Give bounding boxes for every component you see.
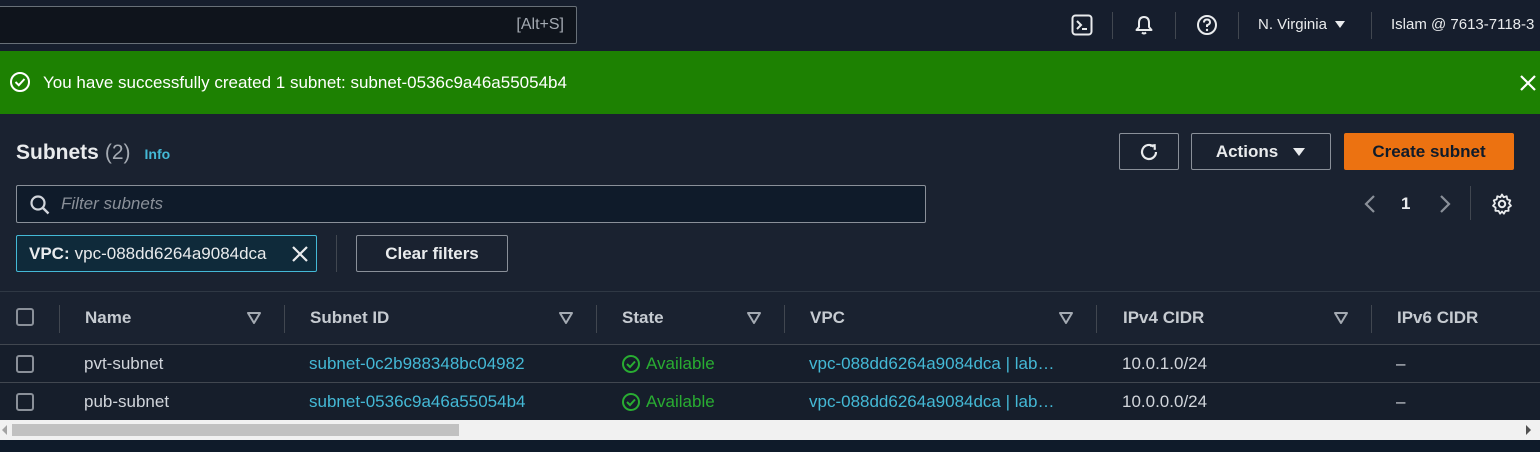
scrollbar-thumb[interactable] (12, 424, 459, 436)
state-label: Available (646, 392, 715, 411)
table-row[interactable]: pub-subnet subnet-0536c9a46a55054b4 Avai… (0, 383, 1540, 421)
success-check-icon (10, 72, 30, 92)
table-row[interactable]: pvt-subnet subnet-0c2b988348bc04982 Avai… (0, 345, 1540, 383)
refresh-button[interactable] (1119, 133, 1179, 170)
row-checkbox[interactable] (16, 393, 34, 411)
vpc-filter-token: VPC: vpc-088dd6264a9084dca (16, 235, 317, 272)
create-subnet-button[interactable]: Create subnet (1344, 133, 1514, 170)
subnet-name: pvt-subnet (84, 354, 164, 373)
refresh-icon (1140, 143, 1158, 160)
bell-icon[interactable] (1131, 12, 1157, 38)
account-menu[interactable]: Islam @ 7613-7118-3 (1391, 16, 1534, 33)
subnet-id-link[interactable]: subnet-0c2b988348bc04982 (309, 354, 525, 374)
caret-down-icon (1334, 20, 1345, 28)
ipv6-cidr: – (1396, 392, 1406, 411)
vpc-link[interactable]: vpc-088dd6264a9084dca | lab… (809, 354, 1054, 374)
success-flashbar: You have successfully created 1 subnet: … (0, 51, 1540, 114)
remove-filter-icon[interactable] (288, 242, 312, 266)
dismiss-icon[interactable] (1516, 71, 1540, 95)
filter-bar (16, 185, 926, 223)
scroll-right-arrow[interactable] (1526, 425, 1531, 435)
ipv4-cidr: 10.0.1.0/24 (1122, 354, 1208, 373)
current-page[interactable]: 1 (1401, 194, 1410, 214)
state-label: Available (646, 354, 715, 373)
ipv4-cidr: 10.0.0.0/24 (1122, 392, 1208, 411)
status-available-icon (622, 355, 640, 373)
sort-icon[interactable] (1333, 310, 1349, 326)
scroll-left-arrow[interactable] (2, 425, 7, 435)
column-header-subnet-id[interactable]: Subnet ID (310, 308, 389, 328)
horizontal-scrollbar[interactable] (0, 420, 1540, 440)
global-search-input[interactable]: [Alt+S] (0, 6, 577, 44)
actions-button[interactable]: Actions (1191, 133, 1331, 170)
column-header-ipv4-cidr[interactable]: IPv4 CIDR (1123, 308, 1204, 328)
select-all-checkbox[interactable] (16, 308, 34, 326)
search-icon (30, 195, 50, 215)
vpc-link[interactable]: vpc-088dd6264a9084dca | lab… (809, 392, 1054, 412)
actions-label: Actions (1215, 141, 1279, 161)
subnet-name: pub-subnet (84, 392, 170, 411)
subnets-container: Subnets (2) Info Actions Create subnet 1… (0, 114, 1540, 452)
next-page-icon[interactable] (1433, 192, 1455, 216)
token-value: vpc-088dd6264a9084dca (74, 243, 267, 263)
ipv6-cidr: – (1396, 354, 1406, 373)
token-key: VPC: (29, 243, 70, 263)
sort-icon[interactable] (246, 310, 262, 326)
region-selector[interactable]: N. Virginia (1258, 16, 1346, 33)
state-cell: Available (621, 354, 715, 374)
title-text: Subnets (16, 141, 99, 164)
column-header-vpc[interactable]: VPC (810, 308, 845, 328)
flash-message: You have successfully created 1 subnet: … (43, 73, 567, 92)
sort-icon[interactable] (558, 310, 574, 326)
clear-filters-button[interactable]: Clear filters (356, 235, 508, 272)
caret-down-icon (1293, 147, 1306, 156)
search-shortcut-hint: [Alt+S] (516, 16, 564, 33)
info-link[interactable]: Info (145, 146, 171, 162)
previous-page-icon[interactable] (1360, 192, 1382, 216)
top-navigation: [Alt+S] N. Virginia Islam @ 7613-7118-3 (0, 0, 1540, 51)
gear-icon[interactable] (1490, 192, 1514, 216)
subnet-id-link[interactable]: subnet-0536c9a46a55054b4 (309, 392, 525, 412)
row-checkbox[interactable] (16, 355, 34, 373)
state-cell: Available (621, 392, 715, 412)
column-header-state[interactable]: State (622, 308, 664, 328)
column-header-ipv6-cidr[interactable]: IPv6 CIDR (1397, 308, 1478, 328)
help-icon[interactable] (1194, 12, 1220, 38)
sort-icon[interactable] (1058, 310, 1074, 326)
status-available-icon (622, 393, 640, 411)
page-title: Subnets (2) Info (16, 141, 170, 165)
cloudshell-icon[interactable] (1069, 12, 1095, 38)
column-header-name[interactable]: Name (85, 308, 131, 328)
table-header: Name Subnet ID State VPC IPv4 CIDR IPv6 … (0, 291, 1540, 345)
region-label: N. Virginia (1258, 16, 1327, 33)
subnet-count: (2) (104, 141, 131, 164)
sort-icon[interactable] (746, 310, 762, 326)
filter-input[interactable] (61, 187, 911, 221)
